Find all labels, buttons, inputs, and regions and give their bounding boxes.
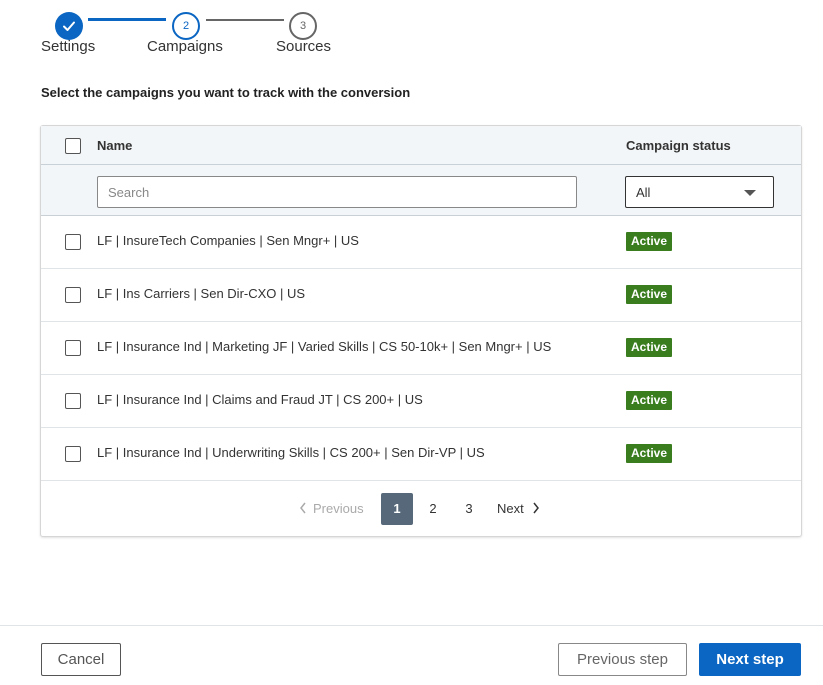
select-all-checkbox[interactable] (65, 138, 81, 154)
header-divider (41, 164, 801, 165)
cancel-button[interactable]: Cancel (41, 643, 121, 676)
status-filter-select[interactable]: All (625, 176, 774, 208)
row-checkbox[interactable] (65, 340, 81, 356)
step-number: 2 (182, 20, 190, 32)
search-input[interactable] (97, 176, 577, 208)
step-label-sources: Sources (276, 38, 332, 55)
step-3-upcoming: 3 (289, 12, 317, 40)
pagination: Previous 1 2 3 Next (41, 493, 801, 525)
status-badge: Active (626, 444, 673, 463)
campaign-name: LF | Insurance Ind | Marketing JF | Vari… (97, 339, 552, 354)
checkmark-icon (63, 21, 75, 31)
campaign-name: LF | InsureTech Companies | Sen Mngr+ | … (97, 233, 359, 248)
column-header-name: Name (97, 138, 133, 153)
campaign-name: LF | Insurance Ind | Underwriting Skills… (97, 445, 485, 460)
footer-divider (0, 625, 823, 626)
status-badge: Active (626, 391, 673, 410)
campaign-name: LF | Ins Carriers | Sen Dir-CXO | US (97, 286, 306, 301)
row-checkbox[interactable] (65, 234, 81, 250)
step-1-completed (55, 12, 83, 40)
row-checkbox[interactable] (65, 393, 81, 409)
row-checkbox[interactable] (65, 287, 81, 303)
table-row: LF | Ins Carriers | Sen Dir-CXO | US Act… (41, 269, 801, 322)
progress-stepper: 2 3 Settings Campaigns Sources (0, 0, 400, 60)
chevron-down-icon (744, 190, 756, 196)
pagination-previous-label: Previous (313, 501, 364, 516)
campaigns-table: Name Campaign status All LF | InsureTech… (40, 125, 802, 537)
step-label-campaigns: Campaigns (147, 38, 223, 55)
step-2-current: 2 (172, 12, 200, 40)
campaign-name: LF | Insurance Ind | Claims and Fraud JT… (97, 392, 423, 407)
row-checkbox[interactable] (65, 446, 81, 462)
instruction-text: Select the campaigns you want to track w… (41, 85, 411, 100)
status-badge: Active (626, 285, 673, 304)
status-badge: Active (626, 338, 673, 357)
chevron-right-icon (533, 502, 539, 514)
pagination-previous-button[interactable]: Previous (299, 501, 364, 516)
page-1-button[interactable]: 1 (381, 493, 413, 525)
previous-step-button[interactable]: Previous step (558, 643, 687, 676)
table-row: LF | InsureTech Companies | Sen Mngr+ | … (41, 216, 801, 269)
pagination-next-label: Next (497, 501, 524, 516)
table-row: LF | Insurance Ind | Marketing JF | Vari… (41, 322, 801, 375)
page-2-button[interactable]: 2 (417, 501, 449, 516)
step-number: 3 (299, 20, 307, 32)
step-label-settings: Settings (41, 38, 96, 55)
column-header-status: Campaign status (626, 138, 731, 153)
table-row: LF | Insurance Ind | Underwriting Skills… (41, 428, 801, 481)
chevron-left-icon (300, 502, 306, 514)
status-filter-value: All (636, 185, 651, 200)
table-header: Name Campaign status All (41, 126, 801, 216)
next-step-button[interactable]: Next step (699, 643, 801, 676)
step-connector-completed (88, 18, 166, 21)
page-3-button[interactable]: 3 (453, 501, 485, 516)
step-connector (206, 19, 284, 21)
pagination-next-button[interactable]: Next (497, 501, 540, 516)
table-row: LF | Insurance Ind | Claims and Fraud JT… (41, 375, 801, 428)
status-badge: Active (626, 232, 673, 251)
